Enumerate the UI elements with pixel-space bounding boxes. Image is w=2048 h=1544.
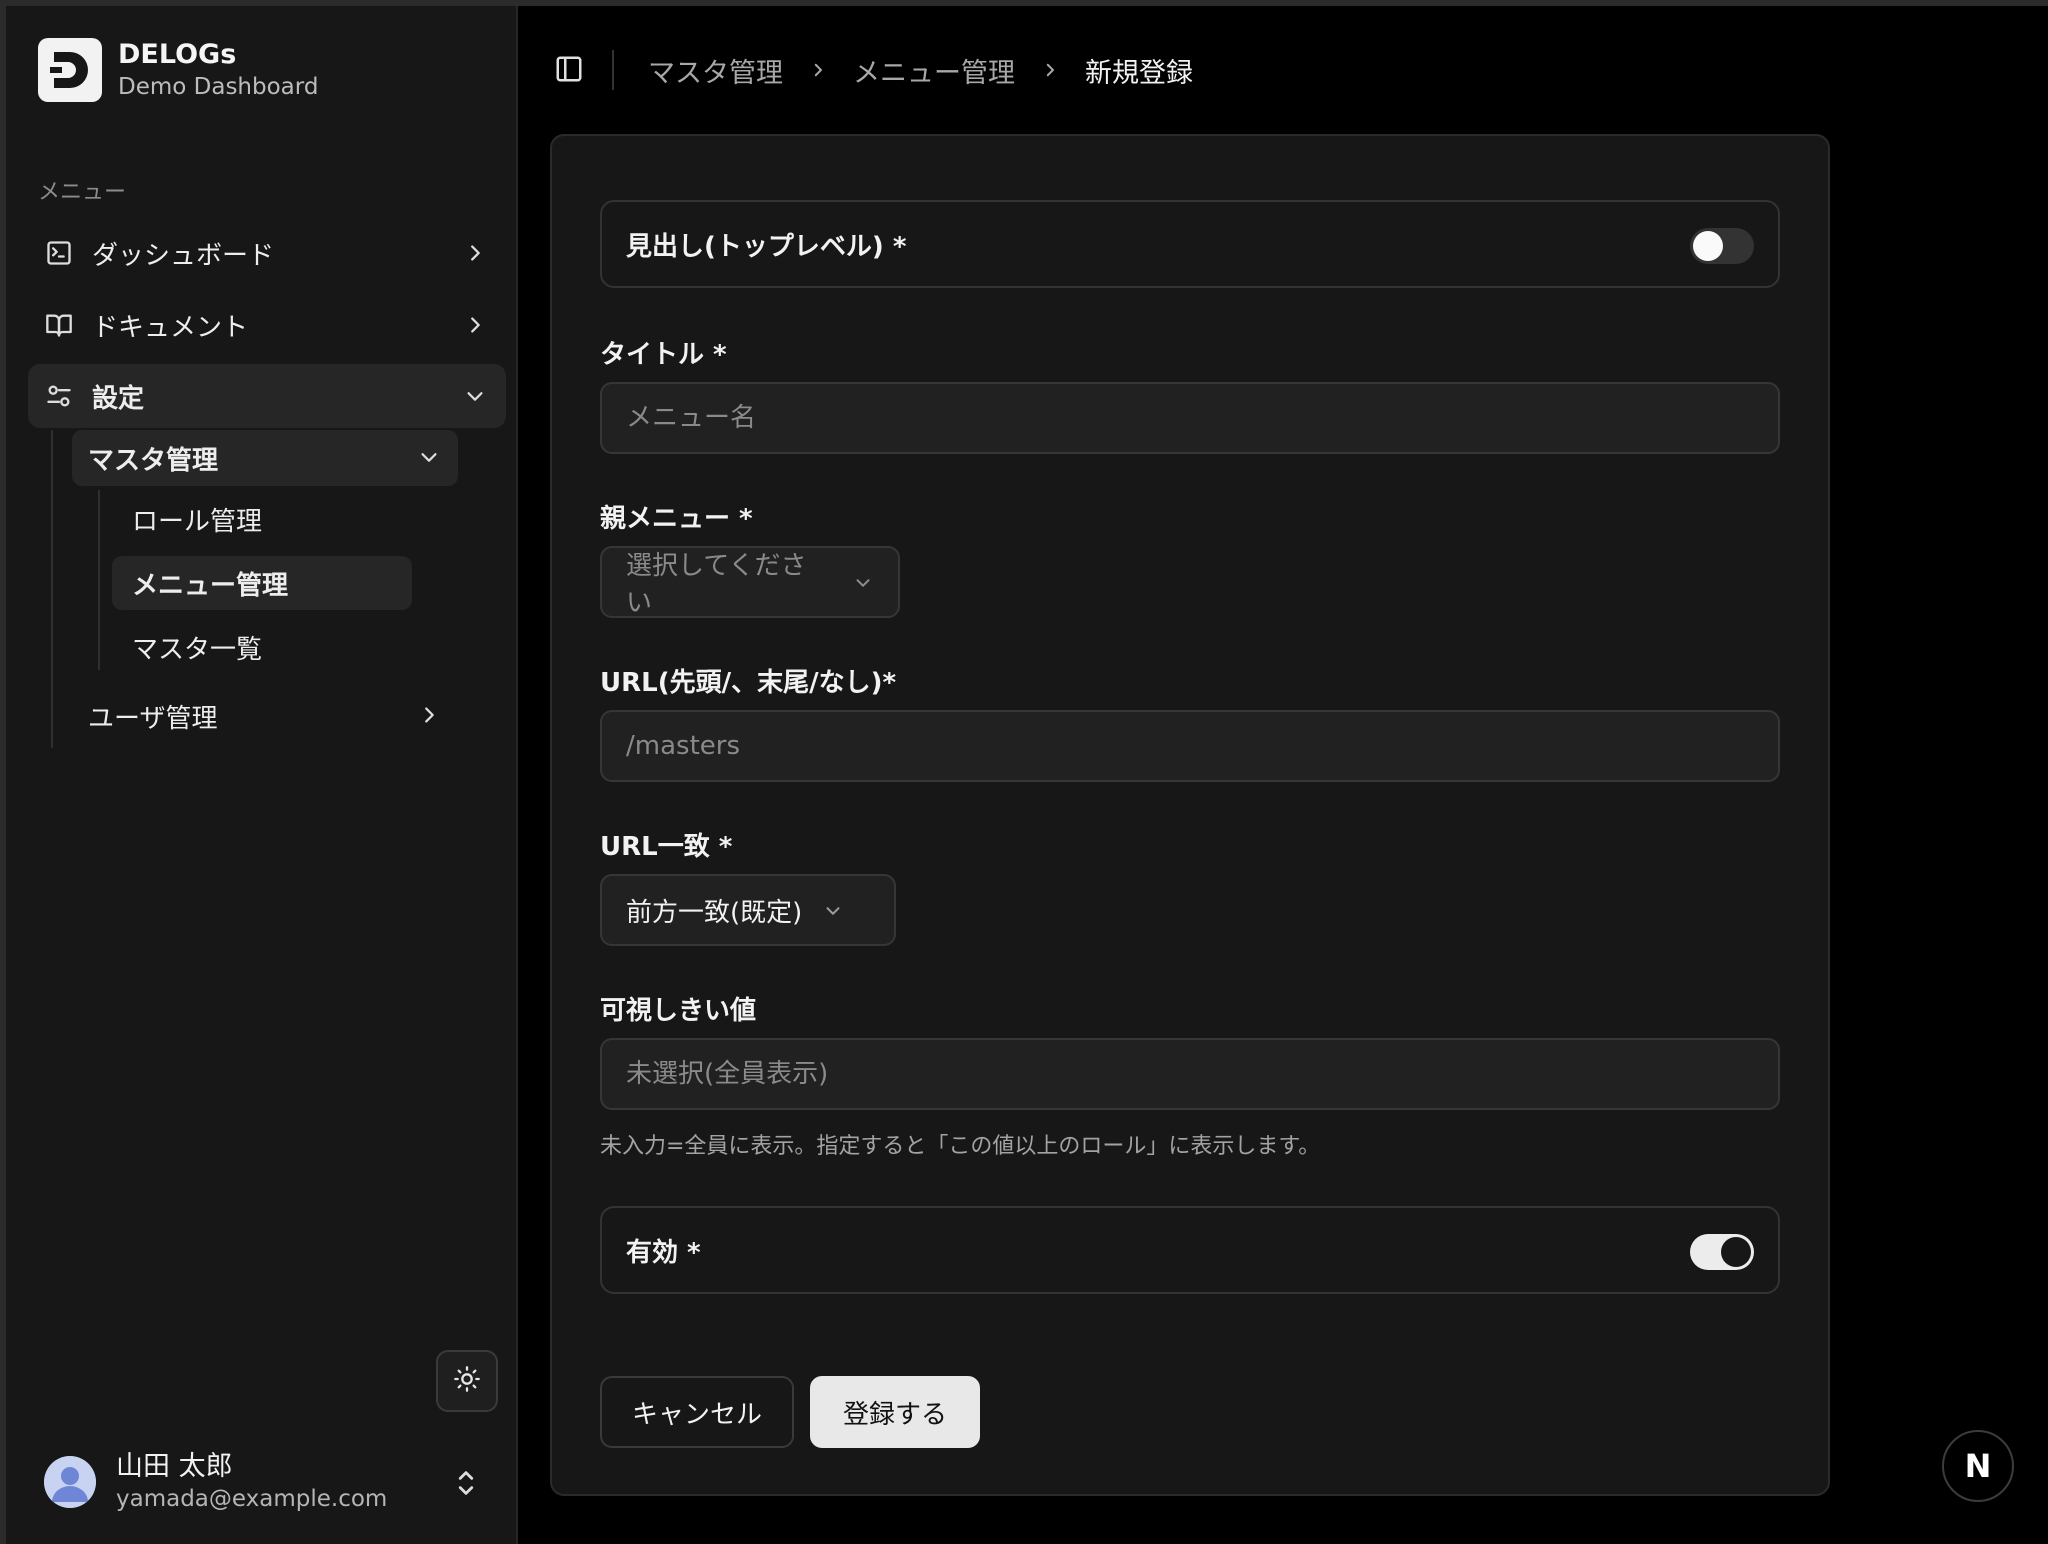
chevron-right-icon	[462, 240, 488, 266]
threshold-label: 可視しきい値	[600, 996, 757, 1026]
url-input[interactable]	[600, 710, 1780, 782]
sidebar-item-label: ドキュメント	[92, 312, 249, 343]
logo-icon	[38, 38, 102, 102]
sun-icon	[453, 1365, 481, 1397]
heading-toggle-row: 見出し(トップレベル) *	[600, 200, 1780, 288]
next-dev-badge[interactable]: N	[1942, 1430, 2014, 1502]
settings-sliders-icon	[44, 381, 74, 411]
header-divider	[612, 50, 614, 90]
switch-knob	[1721, 1237, 1751, 1267]
chevron-down-icon	[852, 571, 874, 593]
breadcrumb-link[interactable]: メニュー管理	[853, 51, 1015, 90]
cancel-button[interactable]: キャンセル	[600, 1376, 794, 1448]
title-input[interactable]	[600, 382, 1780, 454]
sidebar-item-master-list[interactable]: マスタ一覧	[112, 620, 412, 674]
chevron-down-icon	[822, 899, 844, 921]
user-menu[interactable]: 山田 太郎 yamada@example.com	[44, 1442, 504, 1522]
title-label: タイトル *	[600, 340, 727, 370]
breadcrumb-current: 新規登録	[1085, 57, 1193, 89]
sidebar-item-label: マスタ一覧	[132, 634, 263, 665]
heading-toggle-switch[interactable]	[1690, 228, 1754, 264]
chevron-down-icon	[418, 445, 440, 475]
parent-menu-label: 親メニュー *	[600, 504, 753, 534]
sidebar-item-master-management[interactable]: マスタ管理	[72, 430, 458, 486]
submit-button[interactable]: 登録する	[810, 1376, 980, 1448]
url-match-label: URL一致 *	[600, 832, 733, 862]
chevron-right-icon	[418, 703, 440, 733]
submenu-guide-line	[51, 430, 53, 748]
brand-name: DELOGs	[118, 39, 237, 70]
submenu-guide-line	[98, 490, 100, 670]
sidebar-item-dashboard[interactable]: ダッシュボード	[28, 222, 506, 284]
sidebar-item-documents[interactable]: ドキュメント	[28, 294, 506, 356]
sidebar-item-menu-management[interactable]: メニュー管理	[112, 556, 412, 610]
chevron-right-icon	[462, 312, 488, 338]
chevron-right-icon	[1041, 61, 1059, 79]
threshold-helper-text: 未入力=全員に表示。指定すると「この値以上のロール」に表示します。	[600, 1134, 1321, 1159]
breadcrumb: マスタ管理 メニュー管理 新規登録	[648, 48, 1193, 92]
threshold-input[interactable]	[600, 1038, 1780, 1110]
sidebar-item-label: マスタ管理	[88, 445, 219, 476]
sidebar-item-label: ロール管理	[132, 506, 263, 537]
sidebar-item-label: ダッシュボード	[92, 240, 275, 271]
sidebar-toggle-button[interactable]	[554, 54, 586, 86]
theme-toggle-button[interactable]	[436, 1350, 498, 1412]
sidebar: DELOGs Demo Dashboard メニュー ダッシュボード ドキュメン…	[6, 6, 518, 1544]
sidebar-item-label: 設定	[92, 383, 145, 414]
sidebar-item-user-management[interactable]: ユーザ管理	[72, 686, 458, 746]
book-open-icon	[44, 310, 74, 340]
parent-menu-select[interactable]: 選択してください	[600, 546, 900, 618]
sidebar-item-label: ユーザ管理	[88, 703, 218, 734]
enabled-toggle-switch[interactable]	[1690, 1234, 1754, 1270]
chevron-right-icon	[809, 61, 827, 79]
brand-subtitle: Demo Dashboard	[118, 74, 319, 100]
chevron-down-icon	[462, 383, 488, 409]
avatar	[44, 1456, 96, 1508]
url-match-select[interactable]: 前方一致(既定)	[600, 874, 896, 946]
url-match-selected: 前方一致(既定)	[626, 897, 803, 928]
user-email: yamada@example.com	[116, 1486, 388, 1512]
sidebar-section-label: メニュー	[38, 180, 127, 205]
sidebar-item-role-management[interactable]: ロール管理	[112, 492, 412, 546]
enabled-toggle-label: 有効 *	[626, 1237, 701, 1268]
menu-form-card: 見出し(トップレベル) * タイトル * 親メニュー * 選択してください UR…	[550, 134, 1830, 1496]
user-name: 山田 太郎	[116, 1451, 233, 1482]
brand[interactable]: DELOGs Demo Dashboard	[38, 38, 318, 102]
switch-knob	[1693, 231, 1723, 261]
heading-toggle-label: 見出し(トップレベル) *	[626, 231, 907, 262]
sidebar-item-settings[interactable]: 設定	[28, 364, 506, 428]
panel-left-icon	[554, 56, 584, 88]
sidebar-item-label: メニュー管理	[132, 570, 289, 601]
chevrons-up-down-icon	[452, 1468, 480, 1498]
parent-menu-selected: 選択してください	[626, 551, 807, 618]
url-label: URL(先頭/、末尾/なし)*	[600, 668, 897, 698]
terminal-square-icon	[44, 238, 74, 268]
enabled-toggle-row: 有効 *	[600, 1206, 1780, 1294]
breadcrumb-link[interactable]: マスタ管理	[648, 51, 783, 90]
